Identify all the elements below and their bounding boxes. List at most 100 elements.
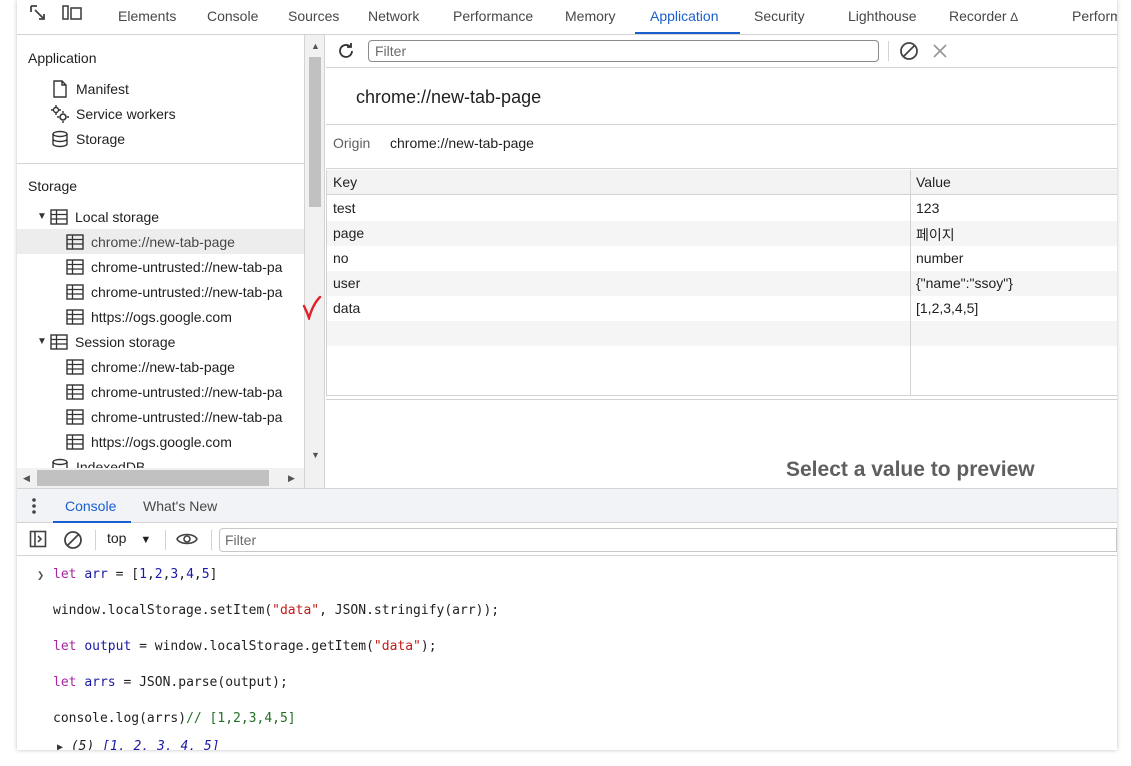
drawer-tab-console[interactable]: Console — [65, 498, 116, 514]
horizontal-scroll-thumb[interactable] — [37, 470, 269, 486]
table-row[interactable]: page 페이지 — [327, 221, 1117, 246]
tab-network[interactable]: Network — [368, 8, 419, 24]
vertical-scroll-thumb[interactable] — [309, 57, 321, 207]
column-header-value[interactable]: Value — [916, 174, 951, 190]
table-row[interactable]: no number — [327, 246, 1117, 271]
table-icon — [65, 282, 85, 302]
sidebar-item-service-workers[interactable]: Service workers — [17, 101, 304, 126]
sidebar-item-label: Local storage — [75, 208, 160, 225]
application-section-header: Application — [28, 50, 97, 66]
sidebar-item-label: Session storage — [75, 333, 176, 350]
application-sidebar: Application Manifest Service workers Sto… — [17, 35, 305, 488]
device-toolbar-icon[interactable] — [61, 4, 83, 27]
sidebar-item-session-ogs-google[interactable]: https://ogs.google.com — [17, 429, 304, 454]
storage-view: chrome://new-tab-page Origin chrome://ne… — [326, 35, 1117, 488]
table-icon — [49, 332, 69, 352]
console-output[interactable]: ❯ let arr = [1,2,3,4,5] window.localStor… — [17, 556, 1117, 750]
delete-selected-icon[interactable] — [932, 41, 948, 61]
tab-console[interactable]: Console — [207, 8, 258, 24]
sidebar-item-session-storage[interactable]: ▼ Session storage — [17, 329, 304, 354]
column-header-key[interactable]: Key — [333, 174, 357, 190]
sidebar-item-local-untrusted-1[interactable]: chrome-untrusted://new-tab-pa — [17, 254, 304, 279]
row-key: no — [333, 250, 349, 266]
active-tab-indicator — [635, 32, 740, 34]
sidebar-item-manifest[interactable]: Manifest — [17, 76, 304, 101]
table-row[interactable]: data [1,2,3,4,5] — [327, 296, 1117, 321]
clear-all-icon[interactable] — [899, 41, 919, 61]
table-icon — [65, 257, 85, 277]
eye-icon[interactable] — [175, 530, 199, 548]
table-icon — [65, 407, 85, 427]
result-values: [1, 2, 3, 4, 5] — [102, 739, 220, 750]
sidebar-item-local-new-tab-page[interactable]: chrome://new-tab-page — [17, 229, 304, 254]
row-key: test — [333, 200, 356, 216]
sidebar-item-session-new-tab-page[interactable]: chrome://new-tab-page — [17, 354, 304, 379]
context-selector[interactable]: top ▼ — [107, 530, 151, 546]
tab-security[interactable]: Security — [754, 8, 805, 24]
table-row-empty[interactable] — [327, 321, 1117, 346]
row-key: user — [333, 275, 361, 291]
sidebar-toggle-icon[interactable] — [29, 530, 47, 548]
table-icon — [65, 432, 85, 452]
key-value-table: Key Value test 123 page 페이지 no number us… — [326, 170, 1117, 396]
preview-placeholder: Select a value to preview — [786, 458, 1035, 481]
inspect-element-icon[interactable] — [29, 4, 47, 27]
table-header: Key Value — [327, 170, 1117, 195]
tab-performance[interactable]: Performance — [453, 8, 533, 24]
tab-application[interactable]: Application — [650, 8, 719, 24]
result-count: (5) — [70, 739, 95, 750]
table-icon — [65, 357, 85, 377]
sidebar-item-label: Manifest — [76, 80, 129, 97]
scroll-left-arrow-icon[interactable]: ◀ — [23, 473, 30, 484]
expand-triangle-icon[interactable]: ▼ — [37, 211, 49, 222]
sidebar-item-local-storage[interactable]: ▼ Local storage — [17, 204, 304, 229]
scroll-down-arrow-icon[interactable]: ▼ — [311, 450, 320, 460]
devtools-window: Elements Console Sources Network Perform… — [17, 0, 1117, 750]
table-row[interactable]: user {"name":"ssoy"} — [327, 271, 1117, 296]
sidebar-item-label: chrome://new-tab-page — [91, 233, 235, 250]
column-divider[interactable] — [910, 170, 911, 396]
sidebar-item-label: chrome://new-tab-page — [91, 358, 235, 375]
sidebar-item-session-untrusted-2[interactable]: chrome-untrusted://new-tab-pa — [17, 404, 304, 429]
sidebar-item-label: chrome-untrusted://new-tab-pa — [91, 408, 283, 425]
clear-console-icon[interactable] — [63, 530, 83, 550]
code-line: let output = window.localStorage.getItem… — [53, 639, 437, 654]
tab-elements[interactable]: Elements — [118, 8, 176, 24]
tab-sources[interactable]: Sources — [288, 8, 339, 24]
table-icon — [49, 207, 69, 227]
sidebar-item-local-untrusted-2[interactable]: chrome-untrusted://new-tab-pa — [17, 279, 304, 304]
scroll-right-arrow-icon[interactable]: ▶ — [288, 473, 295, 484]
row-value: number — [916, 250, 964, 266]
experimental-icon: ∆ — [1010, 10, 1018, 24]
drawer-tab-whats-new[interactable]: What's New — [143, 498, 217, 514]
table-row[interactable]: test 123 — [327, 196, 1117, 221]
code-line: window.localStorage.setItem("data", JSON… — [53, 603, 500, 618]
sidebar-item-label: chrome-untrusted://new-tab-pa — [91, 283, 283, 300]
context-value: top — [107, 530, 127, 546]
refresh-icon[interactable] — [336, 41, 356, 61]
expand-triangle-icon[interactable]: ▼ — [37, 336, 49, 347]
more-options-icon[interactable] — [31, 497, 37, 515]
sidebar-item-local-ogs-google[interactable]: https://ogs.google.com — [17, 304, 304, 329]
sidebar-horizontal-scrollbar[interactable]: ◀ ▶ — [17, 468, 304, 488]
tab-lighthouse[interactable]: Lighthouse — [848, 8, 917, 24]
code-line: let arr = [1,2,3,4,5] — [53, 567, 218, 582]
storage-filter-input[interactable] — [368, 40, 879, 62]
expand-triangle-icon[interactable]: ▶ — [57, 742, 63, 750]
code-line: console.log(arrs)// [1,2,3,4,5] — [53, 711, 296, 726]
sidebar-item-session-untrusted-1[interactable]: chrome-untrusted://new-tab-pa — [17, 379, 304, 404]
tab-performance-insights[interactable]: Perform — [1072, 8, 1117, 24]
origin-label: Origin — [333, 135, 371, 151]
tab-memory[interactable]: Memory — [565, 8, 616, 24]
sidebar-item-label: Storage — [76, 130, 126, 147]
scroll-up-arrow-icon[interactable]: ▲ — [311, 41, 320, 51]
sidebar-vertical-scrollbar[interactable]: ▲ ▼ — [305, 35, 325, 488]
tab-recorder[interactable]: Recorder ∆ — [949, 8, 1018, 24]
console-filter-input[interactable] — [219, 528, 1117, 552]
sidebar-item-storage[interactable]: Storage — [17, 126, 304, 151]
preview-divider — [326, 399, 1117, 400]
storage-origin-title: chrome://new-tab-page — [356, 87, 542, 107]
table-icon — [65, 382, 85, 402]
console-result[interactable]: ▶ (5) [1, 2, 3, 4, 5] — [57, 739, 220, 750]
storage-toolbar — [326, 35, 1117, 68]
